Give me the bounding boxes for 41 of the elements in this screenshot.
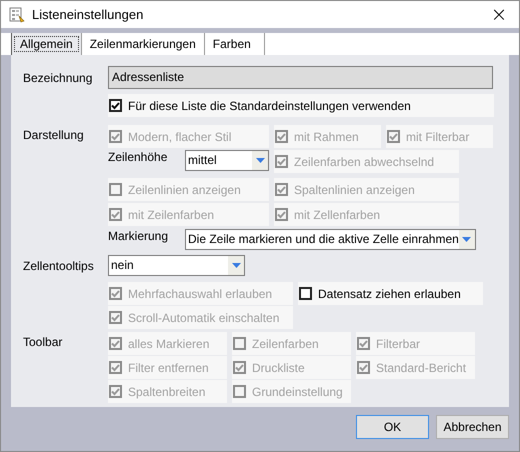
- checked-box-icon: [109, 385, 122, 398]
- window-title: Listeneinstellungen: [32, 7, 144, 22]
- dropdown-arrow-icon: [232, 263, 240, 268]
- dropdown-arrow-icon: [256, 158, 264, 163]
- checked-box-icon: [109, 130, 122, 143]
- checked-box-icon: [387, 130, 400, 143]
- section-label: Zellentooltips: [22, 258, 95, 275]
- empty-box-icon: [233, 385, 246, 398]
- checked-box-icon: [357, 337, 370, 350]
- list-settings-icon: [9, 6, 25, 22]
- empty-box-icon: [233, 337, 246, 350]
- dropdown-arrow-icon: [462, 237, 472, 242]
- checked-box-icon: [275, 208, 288, 221]
- checked-box-icon: [109, 287, 122, 300]
- name-field[interactable]: Adressenliste: [108, 66, 493, 89]
- dropdown[interactable]: mittel: [185, 150, 269, 171]
- dialog-button[interactable]: Abbrechen: [436, 415, 509, 439]
- checked-box-icon: [109, 311, 122, 324]
- close-button[interactable]: ×: [479, 1, 519, 28]
- dropdown[interactable]: nein: [108, 255, 245, 276]
- checked-box-icon: [109, 361, 122, 374]
- field-label: Bezeichnung: [22, 70, 94, 84]
- field-label: Zeilenhöhe: [108, 150, 168, 164]
- checkbox[interactable]: Für diese Liste die Standardeinstellungen verwenden: [108, 94, 494, 117]
- section-label: Darstellung: [22, 127, 85, 144]
- checked-box-icon: [109, 99, 122, 112]
- dialog-button[interactable]: OK: [356, 415, 429, 439]
- checked-box-icon: [275, 183, 288, 196]
- field-label: Markierung: [108, 229, 170, 243]
- empty-box-icon: [109, 183, 122, 196]
- empty-box-icon: [299, 287, 312, 300]
- checked-box-icon: [275, 130, 288, 143]
- section-label: Toolbar: [22, 334, 64, 351]
- dropdown[interactable]: Die Zeile markieren und die aktive Zelle einrahmen: [185, 229, 476, 250]
- checked-box-icon: [275, 155, 288, 168]
- checked-box-icon: [357, 361, 370, 374]
- tab[interactable]: Allgemein: [11, 33, 82, 55]
- checked-box-icon: [109, 208, 122, 221]
- checked-box-icon: [233, 361, 246, 374]
- checkbox[interactable]: Datensatz ziehen erlauben: [298, 282, 483, 305]
- checked-box-icon: [109, 337, 122, 350]
